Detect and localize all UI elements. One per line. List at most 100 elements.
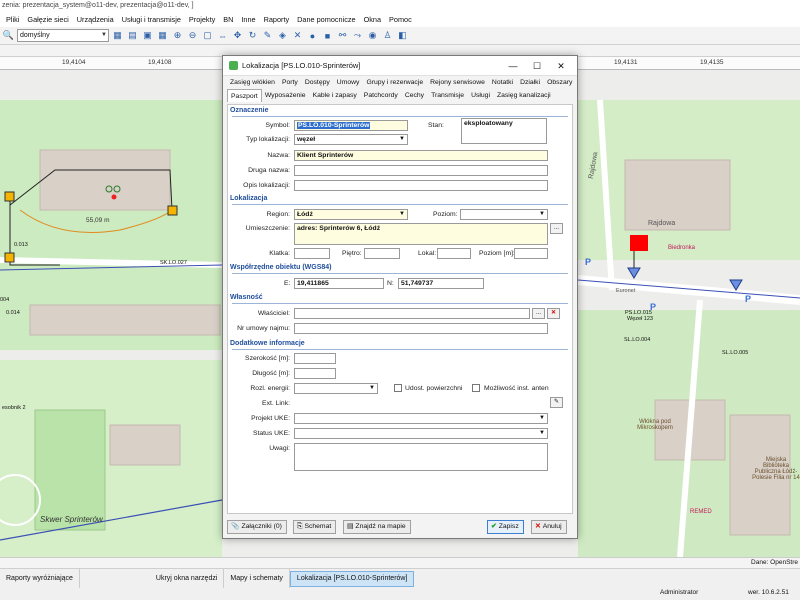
poziom-select[interactable]: ▼ bbox=[460, 209, 548, 220]
refresh-icon[interactable]: ↻ bbox=[246, 29, 259, 42]
tab-umowy[interactable]: Umowy bbox=[334, 76, 364, 89]
pan-icon[interactable]: ✥ bbox=[231, 29, 244, 42]
ruler-label: 19,4108 bbox=[148, 59, 172, 66]
search-icon[interactable]: 🔍 bbox=[2, 29, 15, 42]
node-triangle[interactable] bbox=[729, 279, 743, 291]
save-button[interactable]: ✔ Zapisz bbox=[487, 520, 524, 534]
menu-urzadzenia[interactable]: Urządzenia bbox=[73, 12, 118, 27]
nr-umowy-field[interactable] bbox=[294, 323, 548, 334]
tab-uslugi[interactable]: Usługi bbox=[468, 89, 494, 102]
tab-zasieg-wlokien[interactable]: Zasięg włókien bbox=[227, 76, 279, 89]
route-icon[interactable]: ⤳ bbox=[351, 29, 364, 42]
udost-checkbox[interactable] bbox=[394, 384, 402, 392]
menu-dane[interactable]: Dane pomocnicze bbox=[293, 12, 359, 27]
location-tab[interactable]: Lokalizacja [PS.LO.010-Sprinterów] bbox=[289, 570, 415, 587]
rozl-energii-select[interactable]: ▼ bbox=[294, 383, 378, 394]
dlugosc-field[interactable] bbox=[294, 368, 336, 379]
anteny-checkbox[interactable] bbox=[472, 384, 480, 392]
layer-combo[interactable]: domyślny ▼ bbox=[17, 29, 109, 42]
schemat-button[interactable]: ⎘ Schemat bbox=[293, 520, 337, 534]
edit-icon[interactable]: ✎ bbox=[261, 29, 274, 42]
node-icon[interactable]: ◈ bbox=[276, 29, 289, 42]
zoom-in-icon[interactable]: ⊕ bbox=[171, 29, 184, 42]
tab-patchcordy[interactable]: Patchcordy bbox=[361, 89, 402, 102]
wlasciciel-browse-button[interactable]: ... bbox=[532, 308, 545, 319]
poziom-m-field[interactable] bbox=[514, 248, 548, 259]
tab-dzialki[interactable]: Działki bbox=[517, 76, 544, 89]
menu-raporty[interactable]: Raporty bbox=[260, 12, 294, 27]
node-square[interactable] bbox=[4, 252, 15, 263]
find-on-map-button[interactable]: ▤ Znajdź na mapie bbox=[343, 520, 411, 534]
menu-projekty[interactable]: Projekty bbox=[185, 12, 219, 27]
close-icon[interactable]: ✕ bbox=[549, 56, 573, 76]
szerokosc-field[interactable] bbox=[294, 353, 336, 364]
map-icon[interactable]: ▤ bbox=[126, 29, 139, 42]
menu-okna[interactable]: Okna bbox=[360, 12, 385, 27]
stan-field[interactable]: eksploatowany bbox=[461, 118, 547, 144]
tab-cechy[interactable]: Cechy bbox=[402, 89, 428, 102]
tab-zasieg-kanalizacji[interactable]: Zasięg kanalizacji bbox=[494, 89, 555, 102]
lokal-field[interactable] bbox=[437, 248, 471, 259]
maximize-icon[interactable]: ☐ bbox=[525, 56, 549, 76]
person-icon[interactable]: ♙ bbox=[381, 29, 394, 42]
menu-galezie[interactable]: Gałęzie sieci bbox=[23, 12, 72, 27]
tab-dostepy[interactable]: Dostępy bbox=[302, 76, 334, 89]
tab-paszport[interactable]: Paszport bbox=[227, 89, 262, 102]
reports-dropdown[interactable]: Raporty wyróżniające bbox=[0, 568, 80, 589]
region-select[interactable]: Łódź ▼ bbox=[294, 209, 408, 220]
marker-red[interactable] bbox=[111, 194, 117, 200]
tab-porty[interactable]: Porty bbox=[279, 76, 302, 89]
grid-icon[interactable]: ▦ bbox=[156, 29, 169, 42]
umieszczenie-field[interactable]: adres: Sprinterów 6, Łódź bbox=[294, 223, 548, 245]
status-uke-select[interactable]: ▼ bbox=[294, 428, 548, 439]
node-square[interactable] bbox=[167, 205, 178, 216]
n-coordinate-field[interactable]: 51,749737 bbox=[398, 278, 484, 289]
tab-rejony[interactable]: Rejony serwisowe bbox=[427, 76, 489, 89]
network-icon[interactable]: ⚯ bbox=[336, 29, 349, 42]
symbol-field[interactable]: PS.LO.010-Sprinterów bbox=[294, 120, 408, 131]
edit-link-icon[interactable]: ✎ bbox=[550, 397, 563, 408]
menu-pliki[interactable]: Pliki bbox=[2, 12, 23, 27]
menu-bn[interactable]: BN bbox=[219, 12, 237, 27]
nazwa-field[interactable]: Klient Sprinterów bbox=[294, 150, 548, 161]
umieszczenie-browse-button[interactable]: ... bbox=[550, 223, 563, 234]
hide-tools-button[interactable]: Ukryj okna narzędzi bbox=[150, 568, 225, 589]
minimize-icon[interactable]: — bbox=[501, 56, 525, 76]
pietro-field[interactable] bbox=[364, 248, 400, 259]
projekt-uke-select[interactable]: ▼ bbox=[294, 413, 548, 424]
node-square[interactable] bbox=[4, 191, 15, 202]
layers-icon[interactable]: ▦ bbox=[111, 29, 124, 42]
klatka-field[interactable] bbox=[294, 248, 330, 259]
wlasciciel-field[interactable] bbox=[294, 308, 530, 319]
square-icon[interactable]: ■ bbox=[321, 29, 334, 42]
clear-icon[interactable]: ✕ bbox=[547, 308, 560, 319]
tab-obszary[interactable]: Obszary bbox=[544, 76, 576, 89]
globe-icon[interactable]: ◉ bbox=[366, 29, 379, 42]
menu-inne[interactable]: Inne bbox=[237, 12, 259, 27]
node-triangle[interactable] bbox=[627, 267, 641, 279]
camera-icon[interactable]: ◧ bbox=[396, 29, 409, 42]
circle-icon[interactable]: ● bbox=[306, 29, 319, 42]
attachments-button[interactable]: 📎 Załączniki (0) bbox=[227, 520, 287, 534]
uwagi-textarea[interactable] bbox=[294, 443, 548, 471]
tab-wyposazenie[interactable]: Wyposażenie bbox=[262, 89, 310, 102]
menu-uslugi[interactable]: Usługi i transmisje bbox=[118, 12, 185, 27]
opis-field[interactable] bbox=[294, 180, 548, 191]
tab-grupy[interactable]: Grupy i rezerwacje bbox=[363, 76, 427, 89]
select-icon[interactable]: ▢ bbox=[201, 29, 214, 42]
camera-icon[interactable]: ▣ bbox=[141, 29, 154, 42]
e-coordinate-field[interactable]: 19,411865 bbox=[294, 278, 384, 289]
tab-notatki[interactable]: Notatki bbox=[489, 76, 517, 89]
zoom-out-icon[interactable]: ⊖ bbox=[186, 29, 199, 42]
tab-kable[interactable]: Kable i zapasy bbox=[310, 89, 361, 102]
tab-transmisje[interactable]: Transmisje bbox=[428, 89, 468, 102]
dialog-titlebar[interactable]: Lokalizacja [PS.LO.010-Sprinterów] — ☐ ✕ bbox=[223, 56, 577, 76]
menu-pomoc[interactable]: Pomoc bbox=[385, 12, 416, 27]
location-marker[interactable] bbox=[630, 235, 648, 251]
druga-nazwa-field[interactable] bbox=[294, 165, 548, 176]
measure-icon[interactable]: ⇔ bbox=[216, 29, 229, 42]
cancel-button[interactable]: ✕ Anuluj bbox=[531, 520, 567, 534]
typ-select[interactable]: węzeł ▼ bbox=[294, 134, 408, 145]
cross-icon[interactable]: ✕ bbox=[291, 29, 304, 42]
maps-tab[interactable]: Mapy i schematy bbox=[224, 568, 290, 589]
